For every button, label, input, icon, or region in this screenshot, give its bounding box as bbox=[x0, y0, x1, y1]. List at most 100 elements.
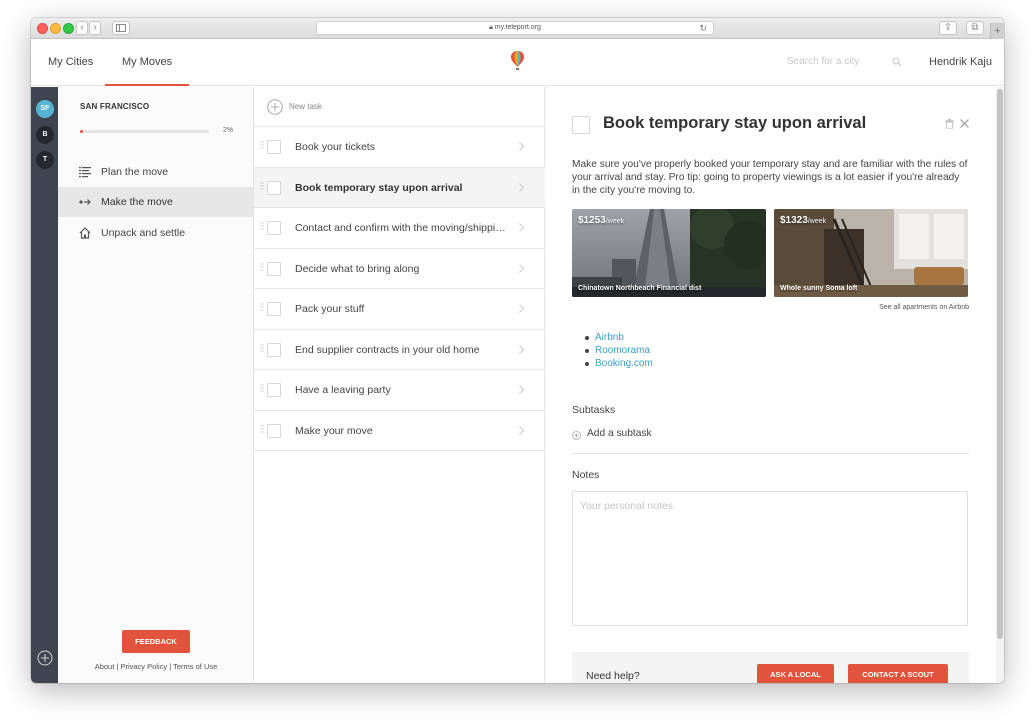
tabs-overview-icon[interactable]: ⧉ bbox=[966, 21, 984, 35]
task-checkbox[interactable] bbox=[267, 423, 281, 438]
browser-window: ‹ › 🔒︎ my.teleport.org ↻ ⇪ ⧉ + My Cities… bbox=[31, 18, 1004, 683]
app-header: My Cities My Moves Search for a city Hen… bbox=[31, 39, 1004, 86]
minimize-window-button[interactable] bbox=[50, 23, 61, 34]
teleport-logo-icon[interactable] bbox=[511, 51, 524, 71]
tab-my-cities[interactable]: My Cities bbox=[31, 39, 110, 86]
task-row[interactable]: Decide what to bring along bbox=[254, 249, 545, 289]
drag-handle-icon[interactable] bbox=[260, 384, 264, 394]
footer-links: About | Privacy Policy | Terms of Use bbox=[58, 662, 254, 671]
task-row[interactable]: Pack your stuff bbox=[254, 289, 545, 330]
apartment-card[interactable]: $1323/week Whole sunny Soma loft bbox=[774, 209, 968, 297]
privacy-policy-link[interactable]: Privacy Policy bbox=[120, 662, 167, 671]
detail-scrollbar[interactable] bbox=[996, 87, 1004, 683]
terms-of-use-link[interactable]: Terms of Use bbox=[173, 662, 217, 671]
share-icon[interactable]: ⇪ bbox=[939, 21, 957, 35]
trash-icon[interactable] bbox=[945, 119, 954, 129]
subtasks-heading: Subtasks bbox=[572, 404, 616, 416]
task-row[interactable]: Contact and confirm with the moving/ship… bbox=[254, 208, 545, 249]
chevron-right-icon bbox=[519, 304, 525, 313]
scrollbar-thumb[interactable] bbox=[997, 89, 1003, 639]
task-checkbox[interactable] bbox=[267, 221, 281, 235]
sidebar-toggle-icon[interactable] bbox=[112, 21, 130, 35]
apartment-price: $1253/week bbox=[578, 215, 625, 226]
task-row[interactable]: Have a leaving party bbox=[254, 370, 545, 411]
close-icon[interactable] bbox=[960, 119, 969, 128]
task-title: Book temporary stay upon arrival bbox=[295, 181, 463, 194]
task-complete-checkbox[interactable] bbox=[572, 116, 590, 134]
contact-a-scout-button[interactable]: CONTACT A SCOUT bbox=[848, 664, 948, 683]
address-bar[interactable]: 🔒︎ my.teleport.org ↻ bbox=[316, 21, 714, 35]
step-unpack-and-settle[interactable]: Unpack and settle bbox=[58, 218, 253, 248]
step-make-the-move[interactable]: Make the move bbox=[58, 187, 253, 217]
plus-circle-icon bbox=[267, 99, 283, 115]
task-title: Pack your stuff bbox=[295, 303, 365, 315]
drag-handle-icon[interactable] bbox=[260, 141, 264, 151]
about-link[interactable]: About bbox=[95, 662, 115, 671]
airbnb-link[interactable]: Airbnb bbox=[585, 331, 653, 344]
lock-icon: 🔒︎ bbox=[489, 24, 493, 31]
drag-handle-icon[interactable] bbox=[260, 303, 264, 313]
task-checkbox[interactable] bbox=[267, 140, 281, 154]
chevron-right-icon bbox=[519, 142, 525, 151]
new-task-label: New task bbox=[289, 102, 322, 111]
steps-sidebar: SAN FRANCISCO 2% Plan the move Make the … bbox=[58, 87, 254, 683]
city-avatar-t[interactable]: T bbox=[36, 151, 54, 169]
need-help-label: Need help? bbox=[586, 670, 640, 682]
apartment-name: Whole sunny Soma loft bbox=[780, 285, 858, 292]
task-checkbox[interactable] bbox=[267, 342, 281, 357]
task-row[interactable]: End supplier contracts in your old home bbox=[254, 330, 545, 370]
forward-button[interactable]: › bbox=[89, 21, 101, 35]
task-row[interactable]: Book your tickets bbox=[254, 127, 545, 168]
booking-links: Airbnb Roomorama Booking.com bbox=[585, 331, 653, 370]
progress-percent: 2% bbox=[223, 127, 234, 134]
footer-separator: | bbox=[116, 662, 119, 671]
close-window-button[interactable] bbox=[37, 23, 48, 34]
user-name[interactable]: Hendrik Kaju bbox=[929, 39, 992, 85]
task-detail-pane: Book temporary stay upon arrival Make su… bbox=[545, 87, 996, 683]
add-city-icon[interactable] bbox=[37, 650, 53, 666]
reload-icon[interactable]: ↻ bbox=[699, 22, 707, 34]
tab-my-moves[interactable]: My Moves bbox=[105, 39, 190, 86]
search-icon[interactable] bbox=[892, 57, 902, 67]
new-tab-button[interactable]: + bbox=[990, 23, 1004, 39]
drag-handle-icon[interactable] bbox=[260, 262, 264, 273]
task-checkbox[interactable] bbox=[267, 180, 281, 195]
task-title: Contact and confirm with the moving/ship… bbox=[295, 222, 510, 234]
city-avatar-sf[interactable]: SF bbox=[36, 100, 54, 118]
move-progress-bar bbox=[80, 130, 209, 133]
task-description: Make sure you've properly booked your te… bbox=[572, 159, 968, 196]
task-checkbox[interactable] bbox=[267, 383, 281, 397]
step-plan-the-move[interactable]: Plan the move bbox=[58, 157, 253, 187]
task-row[interactable]: Make your move bbox=[254, 411, 545, 451]
roomorama-link[interactable]: Roomorama bbox=[585, 344, 653, 357]
add-subtask-button[interactable]: Add a subtask bbox=[572, 428, 969, 454]
notes-field[interactable] bbox=[572, 491, 968, 626]
step-label: Make the move bbox=[101, 196, 173, 208]
search-input[interactable]: Search for a city bbox=[787, 39, 859, 85]
city-avatar-b[interactable]: B bbox=[36, 126, 54, 144]
notes-heading: Notes bbox=[572, 469, 600, 481]
task-list: New task Book your tickets Book temporary… bbox=[254, 87, 545, 683]
task-checkbox[interactable] bbox=[267, 302, 281, 316]
see-all-apartments-link[interactable]: See all apartments on Airbnb bbox=[745, 304, 969, 311]
plus-circle-icon bbox=[572, 431, 581, 440]
drag-handle-icon[interactable] bbox=[260, 424, 264, 435]
booking-com-link[interactable]: Booking.com bbox=[585, 357, 653, 370]
task-checkbox[interactable] bbox=[267, 261, 281, 276]
chevron-right-icon bbox=[519, 182, 525, 192]
new-task-button[interactable]: New task bbox=[254, 87, 545, 127]
ask-a-local-button[interactable]: ASK A LOCAL bbox=[757, 664, 834, 683]
chevron-right-icon bbox=[519, 344, 525, 354]
apartment-name: Chinatown Northbeach Financial dist bbox=[578, 285, 702, 292]
chevron-right-icon bbox=[519, 425, 525, 435]
back-button[interactable]: ‹ bbox=[76, 21, 88, 35]
drag-handle-icon[interactable] bbox=[260, 343, 264, 354]
apartment-card[interactable]: $1253/week Chinatown Northbeach Financia… bbox=[572, 209, 766, 297]
zoom-window-button[interactable] bbox=[63, 23, 74, 34]
feedback-button[interactable]: FEEDBACK bbox=[122, 630, 190, 653]
drag-handle-icon[interactable] bbox=[260, 181, 264, 192]
drag-handle-icon[interactable] bbox=[260, 222, 264, 232]
task-title: Make your move bbox=[295, 424, 373, 437]
task-row[interactable]: Book temporary stay upon arrival bbox=[254, 167, 545, 208]
task-title: Have a leaving party bbox=[295, 384, 391, 396]
